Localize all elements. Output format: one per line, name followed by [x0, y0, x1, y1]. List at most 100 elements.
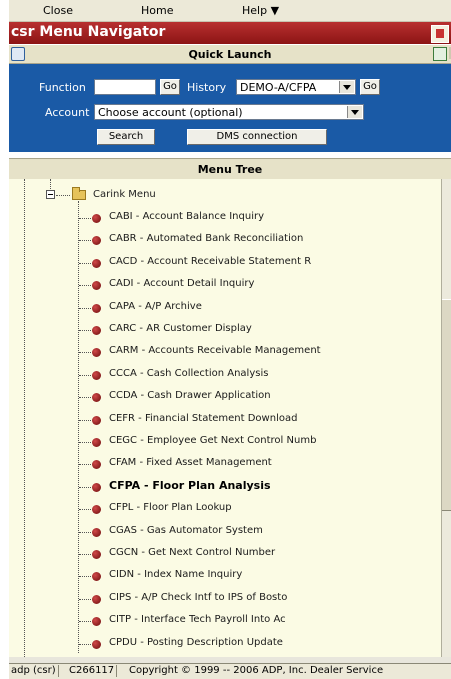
- status-copyright: Copyright © 1999 -- 2006 ADP, Inc. Deale…: [129, 665, 384, 676]
- title-bar: csr Menu Navigator: [9, 22, 451, 44]
- quick-launch-panel: Function Go History DEMO-A/CFPA Go Accou…: [9, 64, 451, 152]
- tree-item[interactable]: CCCA - Cash Collection Analysis: [9, 364, 441, 386]
- bullet-icon: [92, 370, 101, 380]
- tree-item-label[interactable]: CIPS - A/P Check Intf to IPS of Bosto: [109, 592, 287, 603]
- tree-item-label[interactable]: CFAM - Fixed Asset Management: [109, 457, 272, 468]
- function-go-button[interactable]: Go: [160, 79, 180, 95]
- bullet-icon: [92, 303, 101, 313]
- scrollbar-thumb[interactable]: [442, 299, 451, 511]
- window-title: csr Menu Navigator: [11, 24, 166, 40]
- folder-icon: [72, 187, 86, 200]
- tree-connector: [79, 240, 91, 242]
- tree-item-label[interactable]: CARM - Accounts Receivable Management: [109, 345, 321, 356]
- tree-item[interactable]: CITP - Interface Tech Payroll Into Ac: [9, 610, 441, 632]
- tree-item[interactable]: CARM - Accounts Receivable Management: [9, 341, 441, 363]
- tree-item[interactable]: CGCN - Get Next Control Number: [9, 543, 441, 565]
- tree-item-label[interactable]: CACD - Account Receivable Statement R: [109, 256, 311, 267]
- tree-item-label[interactable]: CFPA - Floor Plan Analysis: [109, 479, 271, 492]
- history-select[interactable]: DEMO-A/CFPA: [236, 79, 356, 95]
- tree-item[interactable]: CARC - AR Customer Display: [9, 319, 441, 341]
- tree-connector: [79, 419, 91, 421]
- tree-item-label[interactable]: CEFR - Financial Statement Download: [109, 413, 297, 424]
- tree-item-label[interactable]: CAPA - A/P Archive: [109, 301, 202, 312]
- bullet-icon: [92, 550, 101, 559]
- bullet-icon: [92, 214, 101, 223]
- bullet-icon: [92, 505, 101, 515]
- bullet-icon: [92, 326, 101, 335]
- tree-item-label[interactable]: CPDU - Posting Description Update: [109, 637, 283, 648]
- tree-item[interactable]: CGAS - Gas Automator System: [9, 521, 441, 543]
- tree-item[interactable]: CAPA - A/P Archive: [9, 297, 441, 319]
- account-select[interactable]: Choose account (optional): [94, 104, 364, 120]
- tree-item-label[interactable]: CITP - Interface Tech Payroll Into Ac: [109, 614, 286, 625]
- tree-item[interactable]: CADI - Account Detail Inquiry: [9, 274, 441, 296]
- bullet-icon: [92, 572, 101, 582]
- tree-connector: [79, 218, 91, 219]
- menu-bar: Close Home Help ▼: [9, 0, 451, 22]
- tree-connector: [79, 352, 91, 354]
- tree-root-label[interactable]: Carink Menu: [93, 189, 156, 200]
- tree-item[interactable]: CABR - Automated Bank Reconciliation: [9, 229, 441, 251]
- tree-connector: [79, 509, 91, 511]
- menu-tree-header: Menu Tree: [9, 158, 451, 180]
- tree-item-label[interactable]: CGAS - Gas Automator System: [109, 525, 263, 536]
- tree-connector: [79, 442, 91, 443]
- refresh-icon[interactable]: [433, 47, 447, 61]
- tree-item-label[interactable]: CGCN - Get Next Control Number: [109, 547, 275, 558]
- tree-item-label[interactable]: CCDA - Cash Drawer Application: [109, 390, 271, 401]
- bullet-icon: [92, 348, 101, 358]
- account-label: Account: [45, 106, 90, 119]
- menu-home[interactable]: Home: [141, 4, 173, 17]
- tree-item-label[interactable]: CEGC - Employee Get Next Control Numb: [109, 435, 316, 446]
- tree-item-label[interactable]: CARC - AR Customer Display: [109, 323, 252, 334]
- tree-connector: [79, 374, 91, 376]
- tree-item[interactable]: CFPA - Floor Plan Analysis: [9, 476, 441, 498]
- history-value: DEMO-A/CFPA: [240, 81, 317, 94]
- bullet-icon: [92, 617, 101, 627]
- menu-tree: Carink Menu CABI - Account Balance Inqui…: [9, 179, 441, 657]
- bullet-icon: [92, 438, 101, 447]
- tree-connector: [79, 330, 91, 331]
- tree-connector: [79, 285, 91, 287]
- tree-item[interactable]: CACD - Account Receivable Statement R: [9, 252, 441, 274]
- chevron-down-icon[interactable]: [339, 81, 354, 93]
- tree-item-label[interactable]: CCCA - Cash Collection Analysis: [109, 368, 268, 379]
- document-icon[interactable]: [431, 25, 449, 43]
- quick-launch-title: Quick Launch: [188, 48, 272, 61]
- bullet-icon: [92, 393, 101, 403]
- vertical-scrollbar[interactable]: [441, 179, 451, 657]
- tree-connector: [79, 554, 91, 555]
- function-input[interactable]: [94, 79, 156, 95]
- tree-connector: [79, 464, 91, 466]
- tree-item[interactable]: CCDA - Cash Drawer Application: [9, 386, 441, 408]
- search-button[interactable]: Search: [97, 129, 155, 145]
- bullet-icon: [92, 460, 101, 470]
- dms-connection-button[interactable]: DMS connection: [187, 129, 327, 145]
- tree-item[interactable]: CPDU - Posting Description Update: [9, 633, 441, 655]
- tree-item-label[interactable]: CADI - Account Detail Inquiry: [109, 278, 254, 289]
- chevron-down-icon[interactable]: [347, 106, 362, 118]
- tree-item[interactable]: CABI - Account Balance Inquiry: [9, 207, 441, 229]
- tree-item[interactable]: CIPS - A/P Check Intf to IPS of Bosto: [9, 588, 441, 610]
- bullet-icon: [92, 639, 101, 649]
- status-bar: adp (csr) C266117 Copyright © 1999 -- 20…: [9, 663, 451, 679]
- tree-item[interactable]: CEFR - Financial Statement Download: [9, 409, 441, 431]
- tree-connector: [79, 598, 91, 600]
- history-go-button[interactable]: Go: [360, 79, 380, 95]
- tree-item[interactable]: CEGC - Employee Get Next Control Numb: [9, 431, 441, 453]
- tree-item[interactable]: CIDN - Index Name Inquiry: [9, 565, 441, 587]
- collapse-node-icon[interactable]: [46, 190, 55, 199]
- tree-connector: [79, 486, 91, 488]
- tree-item-label[interactable]: CABI - Account Balance Inquiry: [109, 211, 264, 222]
- menu-close[interactable]: Close: [43, 4, 73, 17]
- tree-connector: [56, 195, 70, 196]
- bullet-icon: [92, 281, 101, 291]
- tree-item-label[interactable]: CABR - Automated Bank Reconciliation: [109, 233, 303, 244]
- bullet-icon: [92, 482, 101, 492]
- quick-launch-header: Quick Launch: [9, 45, 451, 64]
- tree-item[interactable]: CFPL - Floor Plan Lookup: [9, 498, 441, 520]
- tree-item[interactable]: CFAM - Fixed Asset Management: [9, 453, 441, 475]
- menu-help[interactable]: Help ▼: [242, 4, 279, 17]
- tree-item-label[interactable]: CIDN - Index Name Inquiry: [109, 569, 242, 580]
- tree-item-label[interactable]: CFPL - Floor Plan Lookup: [109, 502, 232, 513]
